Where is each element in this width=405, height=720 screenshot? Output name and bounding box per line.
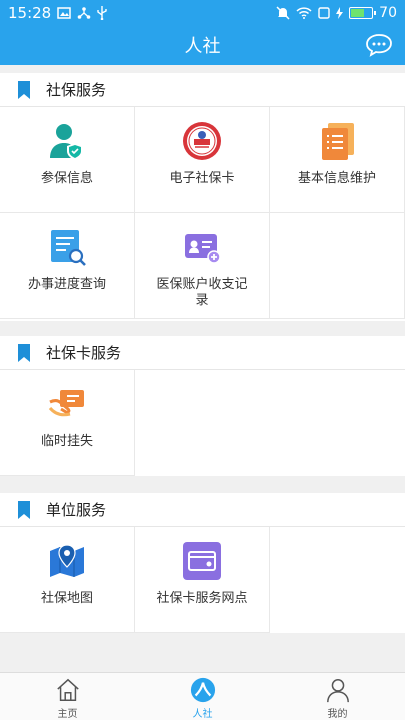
grid-item-label: 办事进度查询 [27, 277, 106, 292]
card-service-grid: 临时挂失 [0, 370, 405, 476]
section-header-social-security: 社保服务 [0, 73, 405, 107]
grid-item-label: 参保信息 [40, 171, 93, 186]
grid-item-progress-query[interactable]: 办事进度查询 [0, 213, 135, 319]
grid-item-label: 临时挂失 [40, 434, 93, 449]
grid-item-label: 医保账户收支记录 [156, 277, 248, 308]
share-notification-icon [77, 6, 91, 19]
hand-card-icon [48, 390, 84, 417]
medical-card-icon [185, 234, 221, 264]
document-search-icon [51, 230, 86, 266]
bottom-tab-bar: 主页 人社 我的 [0, 672, 405, 720]
tab-hrss[interactable]: 人社 [135, 673, 270, 720]
mute-icon [276, 5, 290, 20]
map-pin-icon [50, 544, 84, 577]
grid-item-medical-account[interactable]: 医保账户收支记录 [135, 213, 270, 319]
grid-item-label: 电子社保卡 [169, 171, 235, 186]
unit-service-grid: 社保地图 社保卡服务网点 [0, 527, 405, 633]
grid-item-label: 社保地图 [40, 591, 93, 606]
charging-icon [336, 6, 344, 19]
status-bar: 15:28 70 [0, 0, 405, 25]
grid-item-temporary-loss[interactable]: 临时挂失 [0, 370, 135, 476]
section-title: 社保卡服务 [46, 344, 122, 362]
grid-item-insurance-info[interactable]: 参保信息 [0, 107, 135, 213]
user-icon [326, 679, 349, 703]
person-shield-icon [50, 124, 83, 160]
social-security-seal-icon [183, 122, 221, 160]
bookmark-icon [18, 343, 30, 362]
section-header-unit-service: 单位服务 [0, 493, 405, 527]
document-list-icon [322, 123, 354, 160]
bookmark-icon [18, 80, 30, 99]
section-title: 单位服务 [46, 501, 107, 519]
tab-mine[interactable]: 我的 [270, 673, 405, 720]
grid-item-label: 社保卡服务网点 [156, 591, 248, 606]
usb-icon [97, 5, 107, 20]
tab-label: 人社 [192, 709, 213, 720]
page-title: 人社 [184, 36, 221, 57]
section-header-card-service: 社保卡服务 [0, 336, 405, 370]
grid-item-card-service-outlets[interactable]: 社保卡服务网点 [135, 527, 270, 633]
chat-icon[interactable] [365, 33, 393, 57]
grid-item-basic-info[interactable]: 基本信息维护 [270, 107, 405, 213]
tab-label: 主页 [57, 709, 78, 720]
battery-icon [349, 6, 377, 19]
hrss-logo-icon [190, 677, 215, 703]
tab-home[interactable]: 主页 [0, 673, 135, 720]
battery-percent: 70 [379, 4, 397, 21]
grid-item-empty [270, 213, 405, 319]
grid-item-social-map[interactable]: 社保地图 [0, 527, 135, 633]
card-service-icon [183, 542, 221, 580]
image-notification-icon [57, 6, 71, 19]
home-icon [56, 678, 79, 701]
bookmark-icon [18, 500, 30, 519]
grid-item-e-card[interactable]: 电子社保卡 [135, 107, 270, 213]
social-security-grid: 参保信息 电子社保卡 基本信息维护 办事进度查询 医保账户收支记录 [0, 107, 405, 321]
grid-item-label: 基本信息维护 [297, 171, 376, 186]
title-bar: 人社 [0, 25, 405, 65]
wifi-icon [296, 6, 312, 19]
status-time: 15:28 [8, 3, 52, 22]
section-title: 社保服务 [46, 81, 107, 99]
sim-icon [318, 6, 330, 19]
tab-label: 我的 [327, 709, 348, 720]
